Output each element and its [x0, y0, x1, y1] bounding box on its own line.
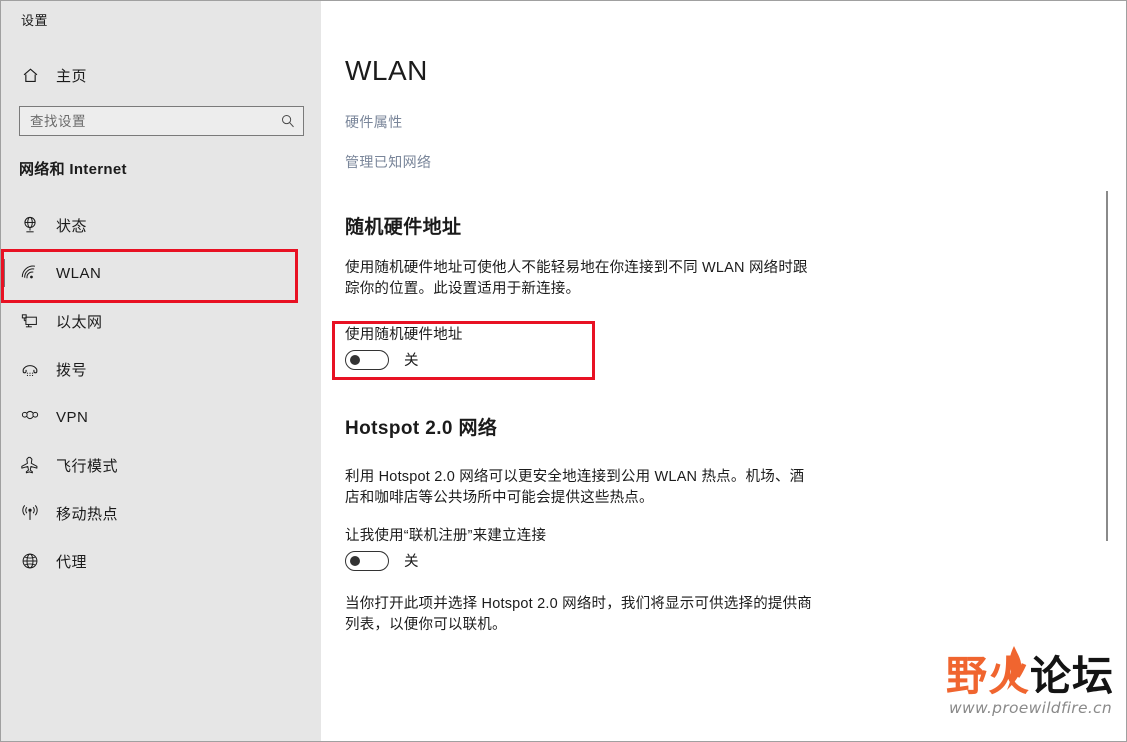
- section-description-random-hardware-address: 使用随机硬件地址可使他人不能轻易地在你连接到不同 WLAN 网络时跟踪你的位置。…: [345, 260, 808, 297]
- airplane-icon: [11, 455, 49, 475]
- sidebar-item-vpn-label: VPN: [56, 408, 89, 426]
- toggle-knob: [350, 354, 360, 365]
- hotspot-online-signup-toggle-label: 让我使用“联机注册”来建立连接: [345, 528, 547, 544]
- ethernet-icon: [11, 311, 49, 331]
- sidebar-item-proxy[interactable]: 代理: [1, 537, 321, 585]
- sidebar-item-dialup-label: 拨号: [56, 361, 88, 379]
- sidebar-item-home[interactable]: 主页: [1, 59, 321, 91]
- sidebar-item-dialup[interactable]: 拨号: [1, 345, 321, 393]
- content-scrollbar[interactable]: [1106, 1, 1117, 741]
- link-hardware-properties[interactable]: 硬件属性: [345, 112, 403, 132]
- app-title: 设置: [21, 13, 49, 28]
- hotspot-online-signup-toggle-state: 关: [404, 554, 419, 570]
- mobile-hotspot-icon: [11, 503, 49, 523]
- sidebar-item-airplane-mode-label: 飞行模式: [56, 457, 119, 475]
- home-icon: [11, 66, 49, 85]
- sidebar-item-vpn[interactable]: VPN: [1, 393, 321, 441]
- search-icon[interactable]: [273, 113, 303, 129]
- toggle-knob: [350, 555, 360, 566]
- sidebar-item-ethernet-label: 以太网: [56, 313, 103, 331]
- sidebar-category-title: 网络和 Internet: [19, 161, 127, 178]
- sidebar-item-mobile-hotspot-label: 移动热点: [56, 505, 119, 523]
- content-pane: WLAN 硬件属性 管理已知网络 随机硬件地址 使用随机硬件地址可使他人不能轻易…: [321, 1, 1126, 741]
- sidebar-item-status[interactable]: 状态: [1, 201, 321, 249]
- hotspot-online-signup-toggle[interactable]: [345, 550, 389, 571]
- content-scrollbar-thumb[interactable]: [1106, 191, 1108, 541]
- section-heading-hotspot-2-0: Hotspot 2.0 网络: [345, 418, 498, 439]
- sidebar-item-ethernet[interactable]: 以太网: [1, 297, 321, 345]
- sidebar-item-wlan[interactable]: WLAN: [1, 249, 321, 303]
- search-input[interactable]: [20, 113, 273, 129]
- sidebar-item-proxy-label: 代理: [56, 553, 88, 571]
- random-hardware-address-toggle-label: 使用随机硬件地址: [345, 327, 463, 343]
- network-status-icon: [11, 215, 49, 235]
- sidebar-item-home-label: 主页: [56, 67, 88, 85]
- random-hardware-address-toggle-state: 关: [404, 353, 419, 369]
- search-box[interactable]: [19, 106, 304, 136]
- dialup-phone-icon: [11, 359, 49, 379]
- section-heading-random-hardware-address: 随机硬件地址: [345, 217, 462, 238]
- wifi-icon: [11, 263, 49, 283]
- sidebar: 设置 主页 网络和 Internet: [1, 1, 321, 741]
- proxy-globe-icon: [11, 551, 49, 571]
- page-title: WLAN: [345, 55, 428, 86]
- vpn-icon: [11, 407, 49, 427]
- section-note-hotspot-2-0: 当你打开此项并选择 Hotspot 2.0 网络时，我们将显示可供选择的提供商列…: [345, 596, 813, 633]
- link-manage-known-networks[interactable]: 管理已知网络: [345, 152, 431, 172]
- sidebar-item-wlan-label: WLAN: [56, 264, 102, 282]
- section-description-hotspot-2-0: 利用 Hotspot 2.0 网络可以更安全地连接到公用 WLAN 热点。机场、…: [345, 469, 805, 506]
- random-hardware-address-toggle[interactable]: [345, 349, 389, 370]
- settings-window: 设置 主页 网络和 Internet: [0, 0, 1127, 742]
- sidebar-item-airplane-mode[interactable]: 飞行模式: [1, 441, 321, 489]
- sidebar-item-status-label: 状态: [56, 217, 88, 235]
- hotspot-online-signup-toggle-row: 关: [345, 550, 419, 571]
- sidebar-nav-list: 状态 WLAN 以太网 拨号 VPN 飞行模式 移动热点 代理: [1, 201, 321, 585]
- random-hardware-address-toggle-row: 关: [345, 349, 419, 370]
- sidebar-item-mobile-hotspot[interactable]: 移动热点: [1, 489, 321, 537]
